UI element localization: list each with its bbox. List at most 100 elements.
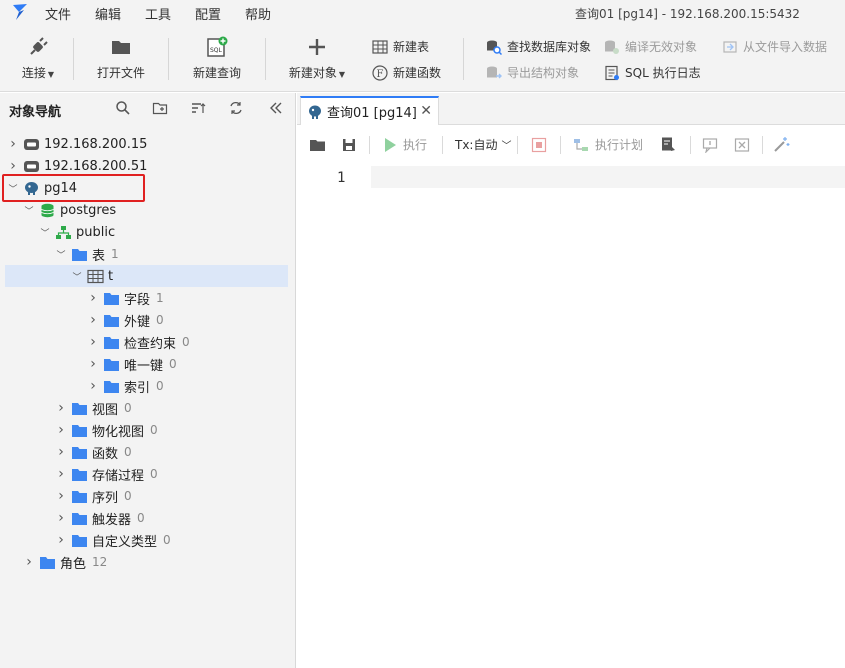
- menu-tools[interactable]: 工具: [145, 4, 171, 23]
- tree-node-label: 唯一键: [124, 358, 164, 374]
- tree-node[interactable]: › 视图 0: [5, 397, 288, 419]
- sort-icon[interactable]: [190, 100, 206, 116]
- chevron-right-icon[interactable]: ›: [55, 532, 67, 548]
- chevron-right-icon[interactable]: ›: [87, 312, 99, 328]
- folder-icon: [71, 533, 92, 548]
- uncomment-icon[interactable]: [734, 137, 750, 153]
- chevron-right-icon[interactable]: ›: [87, 356, 99, 372]
- chevron-right-icon[interactable]: ›: [55, 510, 67, 526]
- connect-button[interactable]: 连接 ▼: [18, 36, 58, 81]
- tree-node[interactable]: › 检查约束 0: [5, 331, 288, 353]
- tree-node-label: 物化视图: [92, 424, 145, 440]
- chevron-down-icon[interactable]: ﹀: [55, 248, 67, 261]
- execute-button[interactable]: 执行: [383, 136, 427, 153]
- new-object-button[interactable]: 新建对象 ▼: [287, 36, 347, 81]
- comment-icon[interactable]: [702, 137, 718, 153]
- chevron-down-icon[interactable]: ﹀: [39, 226, 51, 239]
- new-function-button[interactable]: F 新建函数: [372, 64, 441, 81]
- editor-tabbar: 查询01 [pg14] ✕: [297, 93, 845, 125]
- tree-node-count: 0: [124, 401, 132, 415]
- folder-icon: [71, 511, 92, 526]
- tree-node[interactable]: › 字段 1: [5, 287, 288, 309]
- line-number: 1: [337, 170, 346, 186]
- chevron-right-icon[interactable]: ›: [87, 290, 99, 306]
- compile-invalid-button[interactable]: 编译无效对象: [604, 38, 697, 55]
- tree-node[interactable]: › 唯一键 0: [5, 353, 288, 375]
- open-file-button[interactable]: 打开文件: [95, 36, 147, 81]
- plug-icon: [30, 37, 48, 55]
- chevron-down-icon[interactable]: ﹀: [71, 270, 83, 283]
- chevron-right-icon[interactable]: ›: [55, 466, 67, 482]
- find-db-object-button[interactable]: 查找数据库对象: [486, 38, 591, 55]
- collapse-pane-icon[interactable]: [268, 100, 284, 116]
- tree-node[interactable]: › 触发器 0: [5, 507, 288, 529]
- tree-node[interactable]: ﹀ 表 1: [5, 243, 288, 265]
- tree-node[interactable]: › 外键 0: [5, 309, 288, 331]
- new-table-button[interactable]: 新建表: [372, 38, 429, 55]
- chevron-right-icon[interactable]: ›: [55, 444, 67, 460]
- db-compile-icon: [605, 40, 619, 54]
- app-logo-icon: [13, 4, 27, 20]
- menu-help[interactable]: 帮助: [245, 4, 271, 23]
- tree-node[interactable]: ﹀ postgres: [5, 199, 288, 221]
- tree-node-count: 0: [156, 379, 164, 393]
- chevron-right-icon[interactable]: ›: [23, 554, 35, 570]
- folder-icon: [71, 423, 92, 438]
- tree-node-label: 检查约束: [124, 336, 177, 352]
- folder-icon: [103, 357, 124, 372]
- tree-node-label: 角色: [60, 556, 87, 572]
- tx-mode-dropdown[interactable]: Tx:自动 ﹀: [455, 136, 511, 153]
- new-query-button[interactable]: SQL 新建查询: [191, 36, 243, 81]
- tree-node[interactable]: › 物化视图 0: [5, 419, 288, 441]
- magic-wand-icon[interactable]: [773, 136, 790, 153]
- menu-file[interactable]: 文件: [45, 4, 71, 23]
- format-sql-icon[interactable]: [660, 136, 676, 153]
- sql-editor[interactable]: 1: [297, 164, 845, 668]
- tree-node[interactable]: › 函数 0: [5, 441, 288, 463]
- tree-node[interactable]: › 角色 12: [5, 551, 288, 573]
- open-folder-icon[interactable]: [309, 137, 326, 153]
- chevron-right-icon[interactable]: ›: [55, 488, 67, 504]
- close-icon[interactable]: ✕: [420, 103, 432, 119]
- stop-icon[interactable]: [531, 137, 547, 153]
- tree-node[interactable]: ﹀ public: [5, 221, 288, 243]
- table-icon: [372, 39, 388, 54]
- new-folder-icon[interactable]: [152, 100, 168, 116]
- chevron-down-icon[interactable]: ﹀: [23, 204, 35, 217]
- tree-node[interactable]: › 索引 0: [5, 375, 288, 397]
- tree-node-label: 索引: [124, 380, 151, 396]
- explain-plan-button[interactable]: 执行计划: [573, 136, 643, 153]
- server-icon: [23, 159, 44, 174]
- sql-log-button[interactable]: SQL 执行日志: [604, 64, 701, 81]
- tree-node-label: 表: [92, 248, 106, 264]
- menu-config[interactable]: 配置: [195, 4, 221, 23]
- save-icon[interactable]: [341, 137, 357, 153]
- tree-node-label: 字段: [124, 292, 151, 308]
- tree-node-label: t: [108, 268, 114, 284]
- tree-node-label: 序列: [92, 490, 119, 506]
- tree-node[interactable]: › 自定义类型 0: [5, 529, 288, 551]
- chevron-right-icon[interactable]: ›: [7, 136, 19, 152]
- search-icon[interactable]: [115, 100, 131, 116]
- chevron-right-icon[interactable]: ›: [55, 400, 67, 416]
- chevron-right-icon[interactable]: ›: [7, 158, 19, 174]
- sync-icon[interactable]: [228, 100, 244, 116]
- import-from-file-button[interactable]: 从文件导入数据: [722, 38, 827, 55]
- tree-node[interactable]: › 序列 0: [5, 485, 288, 507]
- tree-node[interactable]: › 192.168.200.15: [5, 133, 288, 155]
- export-structure-button[interactable]: 导出结构对象: [486, 64, 579, 81]
- tab-query01[interactable]: 查询01 [pg14] ✕: [300, 96, 439, 125]
- tree-node[interactable]: › 存储过程 0: [5, 463, 288, 485]
- tree-node-label: 自定义类型: [92, 534, 158, 550]
- svg-text:SQL: SQL: [210, 47, 223, 54]
- tree-node-count: 0: [163, 533, 171, 547]
- highlight-annotation: [2, 174, 145, 202]
- tree-node-count: 12: [92, 555, 108, 569]
- chevron-right-icon[interactable]: ›: [87, 334, 99, 350]
- server-icon: [23, 137, 44, 152]
- chevron-right-icon[interactable]: ›: [55, 422, 67, 438]
- folder-icon: [103, 291, 124, 306]
- menu-edit[interactable]: 编辑: [95, 4, 121, 23]
- tree-node[interactable]: ﹀ t: [5, 265, 288, 287]
- chevron-right-icon[interactable]: ›: [87, 378, 99, 394]
